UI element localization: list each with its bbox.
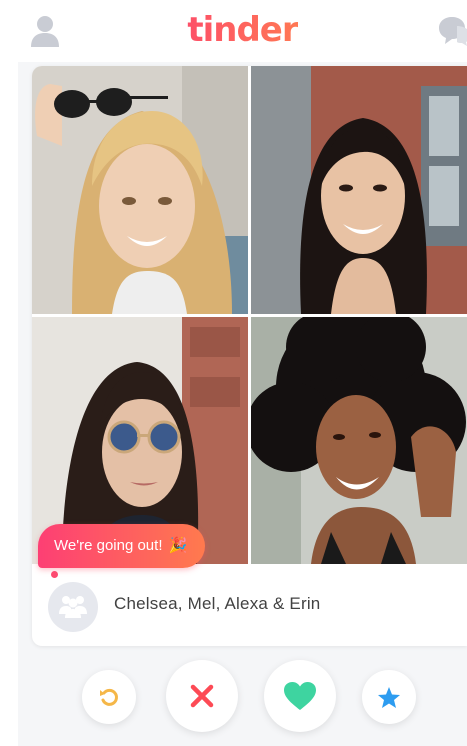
group-avatar xyxy=(48,582,98,632)
photo-2 xyxy=(251,66,467,314)
top-bar: tinder xyxy=(18,0,467,62)
action-bar xyxy=(18,660,467,732)
tinder-logo: tinder xyxy=(18,10,467,50)
nope-button[interactable] xyxy=(166,660,238,732)
rewind-button[interactable] xyxy=(82,670,136,724)
group-member-names: Chelsea, Mel, Alexa & Erin xyxy=(114,594,321,613)
like-button[interactable] xyxy=(264,660,336,732)
app-screen: tinder We're going out! 🎉 Chelsea, Mel, … xyxy=(18,0,467,746)
party-popper-icon: 🎉 xyxy=(168,537,188,554)
status-bubble: We're going out! 🎉 xyxy=(38,524,206,568)
bubble-tail-dot xyxy=(51,571,58,578)
close-icon xyxy=(190,684,214,708)
group-info[interactable]: Chelsea, Mel, Alexa & Erin xyxy=(32,578,467,634)
photo-1 xyxy=(32,66,248,314)
heart-icon xyxy=(284,682,316,710)
photo-grid xyxy=(32,66,467,564)
rewind-icon xyxy=(100,688,118,706)
photo-4 xyxy=(251,317,467,564)
messages-button[interactable] xyxy=(437,16,467,46)
chat-bubbles-icon xyxy=(439,17,467,46)
group-profile-card[interactable]: We're going out! 🎉 Chelsea, Mel, Alexa & … xyxy=(32,66,467,646)
group-people-icon xyxy=(59,596,87,618)
status-text: We're going out! xyxy=(54,537,163,554)
super-like-button[interactable] xyxy=(362,670,416,724)
logo-text: tinder xyxy=(187,10,298,50)
star-icon xyxy=(378,686,400,708)
